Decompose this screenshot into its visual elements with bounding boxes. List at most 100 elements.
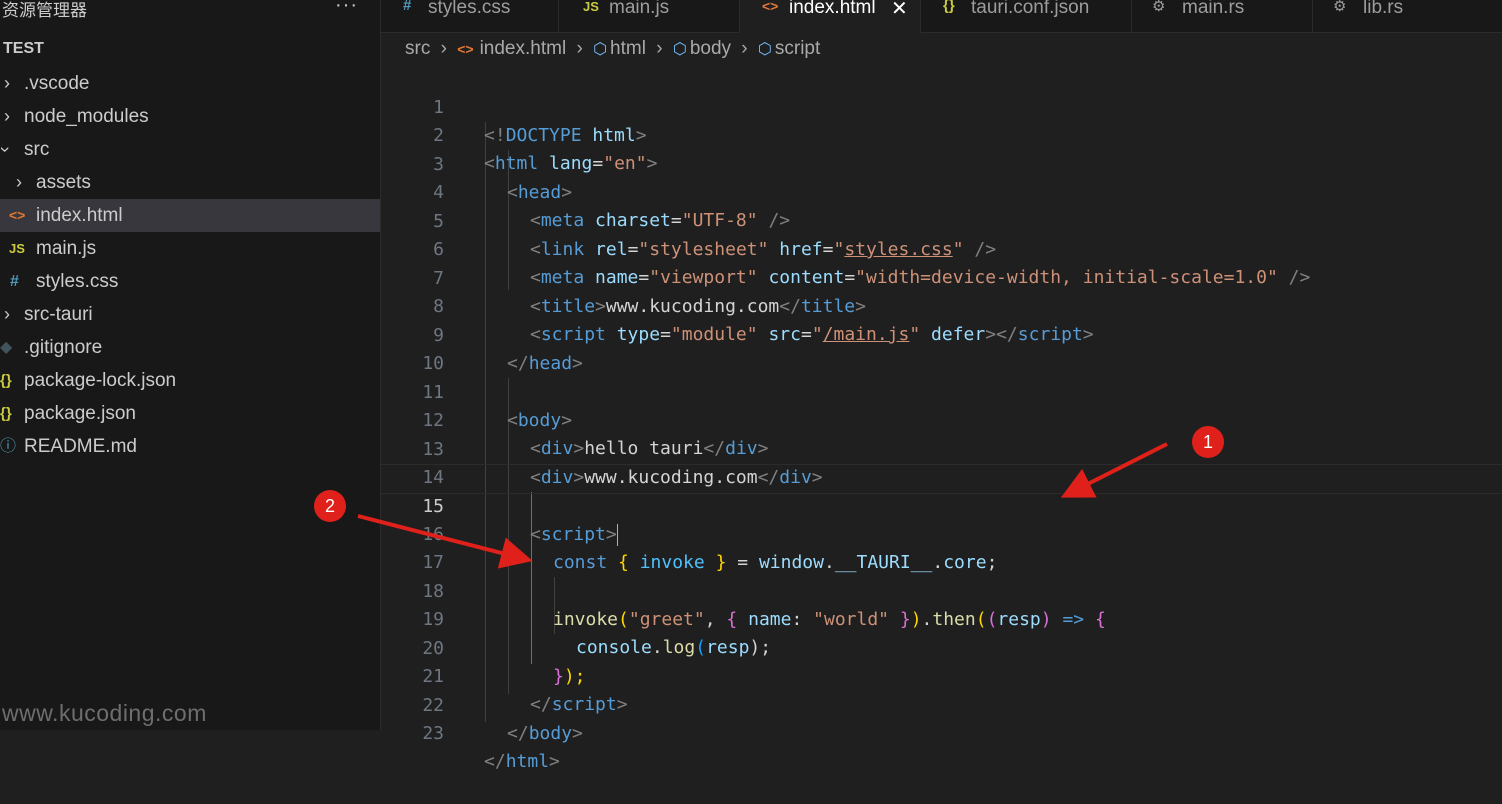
json-file-icon: {}: [943, 0, 955, 14]
breadcrumb-item-body[interactable]: body: [690, 38, 731, 60]
code-line: 21 </script>: [381, 635, 1502, 715]
code-line: 13 <div>www.kucoding.com</div>: [381, 408, 1502, 488]
tree-item-label: package-lock.json: [24, 370, 177, 391]
tree-item-label: src-tauri: [24, 304, 93, 325]
breadcrumb: src › <> index.html › ⬡ html › ⬡ body › ⬡ sc…: [405, 38, 820, 64]
sidebar-header: 资源管理器 ···: [0, 0, 380, 20]
watermark-text: www.kucoding.com: [2, 700, 207, 726]
info-file-icon: ⓘ: [0, 438, 17, 455]
rust-file-icon: ⚙: [1152, 0, 1166, 15]
tree-item-src-tauri[interactable]: › src-tauri: [0, 298, 380, 331]
code-line: 4 <meta charset="UTF-8" />: [381, 151, 1502, 231]
tab-label: main.js: [609, 0, 670, 18]
code-line: 20 });: [381, 607, 1502, 687]
tab-label: styles.css: [428, 0, 511, 18]
code-line: 1 <!DOCTYPE html>: [381, 66, 1502, 146]
code-line: 3 <head>: [381, 123, 1502, 203]
tab-styles-css[interactable]: # styles.css: [381, 0, 559, 32]
element-cube-icon: ⬡: [593, 41, 608, 58]
tree-item-label: package.json: [24, 403, 136, 424]
chevron-right-icon: ›: [656, 38, 663, 59]
code-line: 2 <html lang="en">: [381, 94, 1502, 174]
tab-label: tauri.conf.json: [971, 0, 1090, 18]
tab-label: lib.rs: [1363, 0, 1404, 18]
git-file-icon: ◆: [0, 339, 13, 356]
tree-item-styles-css[interactable]: # styles.css: [0, 265, 380, 298]
annotation-badge-2: 2: [314, 490, 346, 522]
chevron-right-icon: ›: [16, 172, 22, 192]
chevron-right-icon: ›: [4, 73, 10, 93]
chevron-right-icon: ›: [440, 38, 447, 59]
code-line: 5 <link rel="stylesheet" href="styles.cs…: [381, 180, 1502, 260]
tab-main-js[interactable]: JS main.js: [559, 0, 740, 32]
chevron-down-icon: ›: [0, 147, 22, 153]
html-file-icon: <>: [762, 0, 779, 14]
code-line: 18 invoke("greet", { name: "world" }).th…: [381, 550, 1502, 630]
code-line: 11 <body>: [381, 351, 1502, 431]
tree-item-label: node_modules: [24, 106, 149, 127]
html-file-icon: <>: [9, 207, 26, 223]
tree-item-label: .vscode: [24, 73, 90, 94]
tree-item-label: styles.css: [36, 271, 119, 292]
html-file-icon: <>: [457, 41, 474, 57]
line-number: 23: [422, 723, 444, 744]
code-line: 12 <div>hello tauri</div>: [381, 379, 1502, 459]
sidebar-title: 资源管理器: [2, 1, 87, 20]
code-line: 10: [381, 322, 1502, 374]
chevron-right-icon: ›: [576, 38, 583, 59]
tree-item-label: assets: [36, 172, 91, 193]
code-line: 19 console.log(resp);: [381, 578, 1502, 658]
code-editor[interactable]: 1 <!DOCTYPE html> 2 <html lang="en"> 3 <…: [381, 66, 1502, 772]
tree-item-package-json[interactable]: {} package.json: [0, 397, 380, 430]
chevron-right-icon: ›: [4, 304, 10, 324]
breadcrumb-item-src[interactable]: src: [405, 38, 430, 60]
code-line: 17: [381, 521, 1502, 573]
tab-label: main.rs: [1182, 0, 1245, 18]
breadcrumb-item-html[interactable]: html: [610, 38, 646, 60]
chevron-right-icon: ›: [741, 38, 748, 59]
js-file-icon: JS: [9, 241, 25, 256]
tree-item-src[interactable]: › src: [0, 133, 380, 166]
rust-file-icon: ⚙: [1333, 0, 1347, 15]
annotation-badge-1: 1: [1192, 426, 1224, 458]
element-cube-icon: ⬡: [672, 41, 687, 58]
code-line: 6 <meta name="viewport" content="width=d…: [381, 208, 1502, 288]
close-tab-icon[interactable]: ✕: [891, 0, 908, 21]
tab-index-html[interactable]: <> index.html ✕: [740, 0, 921, 33]
current-code-line: 15 <script>: [381, 464, 1502, 546]
tree-item-label: README.md: [24, 436, 137, 457]
tree-item-main-js[interactable]: JS main.js: [0, 232, 380, 265]
tree-item-vscode[interactable]: › .vscode: [0, 67, 380, 100]
breadcrumb-item-script[interactable]: script: [775, 38, 820, 60]
code-line: 23 </html>: [381, 692, 1502, 772]
tree-item-assets[interactable]: › assets: [0, 166, 380, 199]
json-file-icon: {}: [0, 372, 12, 389]
more-actions-icon[interactable]: ···: [335, 0, 358, 17]
code-line: 16 const { invoke } = window.__TAURI__.c…: [381, 493, 1502, 573]
js-file-icon: JS: [583, 0, 599, 14]
editor-tab-bar: # styles.css JS main.js <> index.html ✕ …: [381, 0, 1502, 33]
element-cube-icon: ⬡: [757, 41, 772, 58]
project-title[interactable]: TEST: [3, 40, 44, 58]
json-file-icon: {}: [0, 405, 12, 422]
breadcrumb-item-file[interactable]: index.html: [480, 38, 567, 60]
tree-item-label: main.js: [36, 238, 97, 259]
tab-tauri-conf-json[interactable]: {} tauri.conf.json: [921, 0, 1132, 32]
tab-main-rs[interactable]: ⚙ main.rs: [1132, 0, 1313, 32]
css-file-icon: #: [10, 273, 19, 290]
tree-item-index-html[interactable]: <> index.html: [0, 199, 380, 232]
tree-item-node-modules[interactable]: › node_modules: [0, 100, 380, 133]
tree-item-readme-md[interactable]: ⓘ README.md: [0, 430, 380, 463]
tree-item-label: index.html: [36, 205, 123, 226]
css-file-icon: #: [403, 0, 412, 14]
tree-item-label: .gitignore: [24, 337, 103, 358]
code-line: 22 </body>: [381, 664, 1502, 744]
chevron-right-icon: ›: [4, 106, 10, 126]
tree-item-gitignore[interactable]: ◆ .gitignore: [0, 331, 380, 364]
code-line: 8 <script type="module" src="/main.js" d…: [381, 265, 1502, 345]
tab-label: index.html: [789, 0, 876, 18]
tree-item-package-lock-json[interactable]: {} package-lock.json: [0, 364, 380, 397]
code-line: 9 </head>: [381, 294, 1502, 374]
tab-lib-rs[interactable]: ⚙ lib.rs: [1313, 0, 1502, 32]
tree-item-label: src: [24, 139, 50, 160]
